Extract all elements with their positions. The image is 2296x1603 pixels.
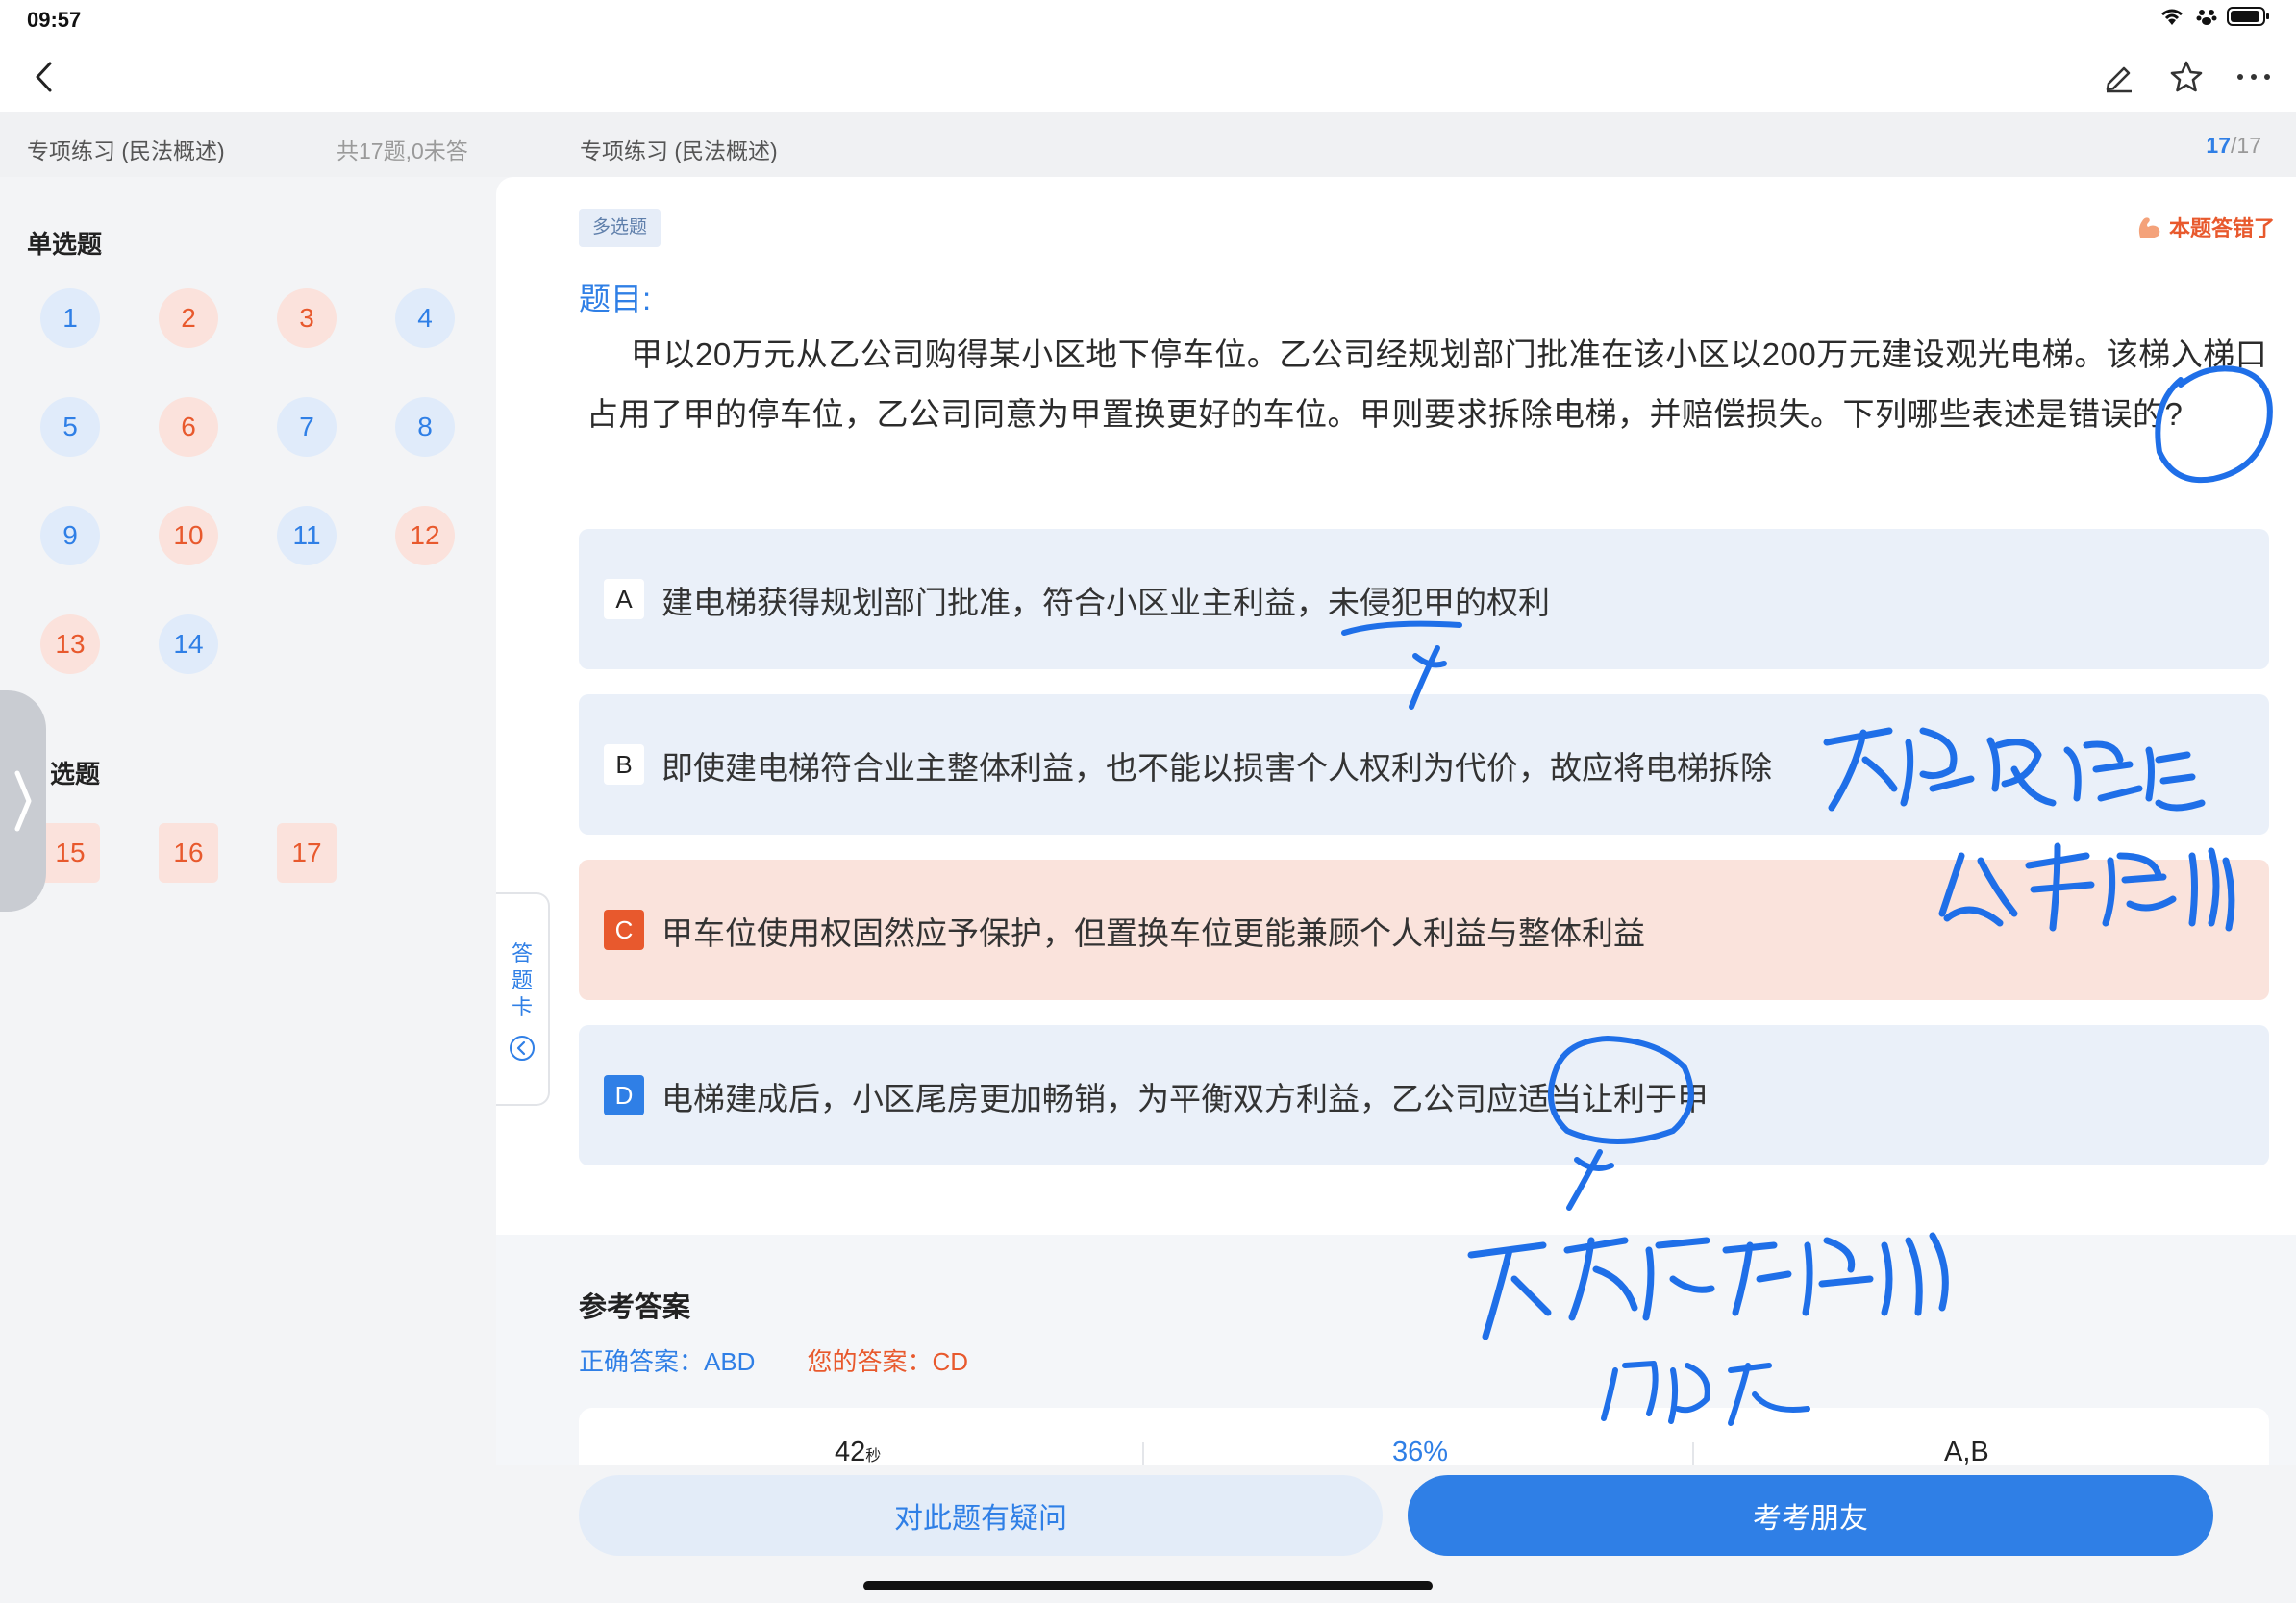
wrong-flag-text: 本题答错了 (2168, 216, 2275, 240)
status-time: 09:57 (27, 8, 82, 32)
stat-divider (1692, 1442, 1694, 1467)
question-panel: 多选题 本题答错了 题目: 甲以20万元从乙公司购得某小区地下停车位。乙公司经规… (496, 177, 2296, 1485)
answer-card-tab[interactable]: 答题卡 (496, 892, 550, 1106)
edit-button[interactable] (2098, 54, 2140, 100)
muscle-icon (2138, 217, 2160, 238)
question-number-4[interactable]: 4 (395, 288, 455, 348)
question-number-15[interactable]: 15 (40, 823, 100, 883)
option-d[interactable]: D 电梯建成后，小区尾房更加畅销，为平衡双方利益，乙公司应适当让利于甲 (579, 1025, 2269, 1165)
stat-common-wrong: A,B (1944, 1437, 1989, 1467)
challenge-friend-button[interactable]: 考考朋友 (1408, 1475, 2213, 1556)
question-number-9[interactable]: 9 (40, 506, 100, 565)
sheet-count: 共17题,0未答 (337, 138, 468, 163)
option-c[interactable]: C 甲车位使用权固然应予保护，但置换车位更能兼顾个人利益与整体利益 (579, 860, 2269, 1000)
more-button[interactable] (2233, 54, 2275, 100)
question-number-7[interactable]: 7 (277, 397, 337, 457)
question-number-17[interactable]: 17 (277, 823, 337, 883)
nav-actions (2098, 54, 2275, 100)
answer-card-label: 答题卡 (511, 941, 533, 1019)
star-icon (2170, 61, 2203, 92)
reference-title: 参考答案 (579, 1292, 691, 1323)
stat-time: 42秒 (835, 1437, 881, 1468)
more-icon (2237, 74, 2270, 80)
single-choice-title: 单选题 (27, 230, 103, 259)
progress-current: 17 (2206, 133, 2232, 158)
option-letter: C (604, 910, 644, 950)
stat-time-unit: 秒 (865, 1448, 882, 1465)
question-number-3[interactable]: 3 (277, 288, 337, 348)
option-letter: A (604, 579, 644, 619)
reference-answer-section: 参考答案 正确答案：ABD 您的答案：CD 42秒 36% A,B (496, 1235, 2296, 1485)
question-number-1[interactable]: 1 (40, 288, 100, 348)
sub-header: 专项练习 (民法概述) 共17题,0未答 专项练习 (民法概述) 17/17 (0, 112, 2296, 177)
question-number-2[interactable]: 2 (159, 288, 218, 348)
back-button[interactable] (21, 54, 67, 100)
bottom-action-bar: 对此题有疑问 考考朋友 (0, 1465, 2296, 1603)
favorite-button[interactable] (2165, 54, 2208, 100)
option-b[interactable]: B 即使建电梯符合业主整体利益，也不能以损害个人权利为代价，故应将电梯拆除 (579, 694, 2269, 835)
home-indicator (863, 1581, 1433, 1590)
paw-icon (2196, 10, 2217, 25)
sheet-title: 专项练习 (民法概述) (27, 138, 225, 163)
status-bar: 09:57 (0, 0, 2296, 42)
collapse-handle[interactable] (0, 690, 46, 912)
question-number-14[interactable]: 14 (159, 614, 218, 674)
option-text: 电梯建成后，小区尾房更加畅销，为平衡双方利益，乙公司应适当让利于甲 (661, 1081, 1709, 1116)
chevron-left-icon (36, 62, 52, 92)
question-number-13[interactable]: 13 (40, 614, 100, 674)
question-number-11[interactable]: 11 (277, 506, 337, 565)
answer-comparison: 正确答案：ABD 您的答案：CD (579, 1342, 968, 1378)
wifi-icon (2161, 9, 2183, 25)
question-number-16[interactable]: 16 (159, 823, 218, 883)
status-icons (2158, 6, 2271, 27)
circle-chevron-left-icon (510, 1036, 535, 1061)
question-progress: 17/17 (2206, 133, 2261, 159)
stat-divider (1142, 1442, 1144, 1467)
wrong-answer-flag: 本题答错了 (2134, 212, 2275, 242)
question-number-8[interactable]: 8 (395, 397, 455, 457)
question-text: 甲以20万元从乙公司购得某小区地下停车位。乙公司经规划部门批准在该小区以200万… (586, 337, 2268, 432)
my-answer: 您的答案：CD (807, 1347, 969, 1376)
option-letter: B (604, 744, 644, 785)
practice-title: 专项练习 (民法概述) (580, 138, 778, 163)
option-text: 即使建电梯符合业主整体利益，也不能以损害个人权利为代价，故应将电梯拆除 (661, 750, 1772, 786)
multi-choice-title: 选题 (50, 760, 101, 789)
question-doubt-button[interactable]: 对此题有疑问 (579, 1475, 1383, 1556)
stat-accuracy: 36% (1392, 1437, 1449, 1467)
battery-icon (2227, 7, 2269, 26)
question-type-tag: 多选题 (579, 209, 661, 247)
chevron-right-icon (14, 770, 32, 832)
question-number-10[interactable]: 10 (159, 506, 218, 565)
option-text: 甲车位使用权固然应予保护，但置换车位更能兼顾个人利益与整体利益 (661, 915, 1645, 951)
question-number-5[interactable]: 5 (40, 397, 100, 457)
correct-answer: 正确答案：ABD (579, 1347, 756, 1376)
question-label: 题目: (579, 281, 652, 316)
option-text: 建电梯获得规划部门批准，符合小区业主利益，未侵犯甲的权利 (661, 585, 1550, 620)
app-screen: 09:57 专项练习 (民法概述) 共17题,0未答 专项练习 (民法概述) 1… (0, 0, 2296, 1603)
option-letter: D (604, 1075, 644, 1115)
stat-time-value: 42 (835, 1437, 866, 1467)
edit-icon (2106, 66, 2132, 93)
option-a[interactable]: A 建电梯获得规划部门批准，符合小区业主利益，未侵犯甲的权利 (579, 529, 2269, 669)
question-number-6[interactable]: 6 (159, 397, 218, 457)
progress-total: /17 (2231, 133, 2261, 158)
answer-sheet-panel: 单选题 1 2 3 4 5 6 7 8 9 10 11 12 13 14 选题 15 16 17 (0, 177, 496, 1603)
question-number-12[interactable]: 12 (395, 506, 455, 565)
nav-bar (0, 42, 2296, 112)
